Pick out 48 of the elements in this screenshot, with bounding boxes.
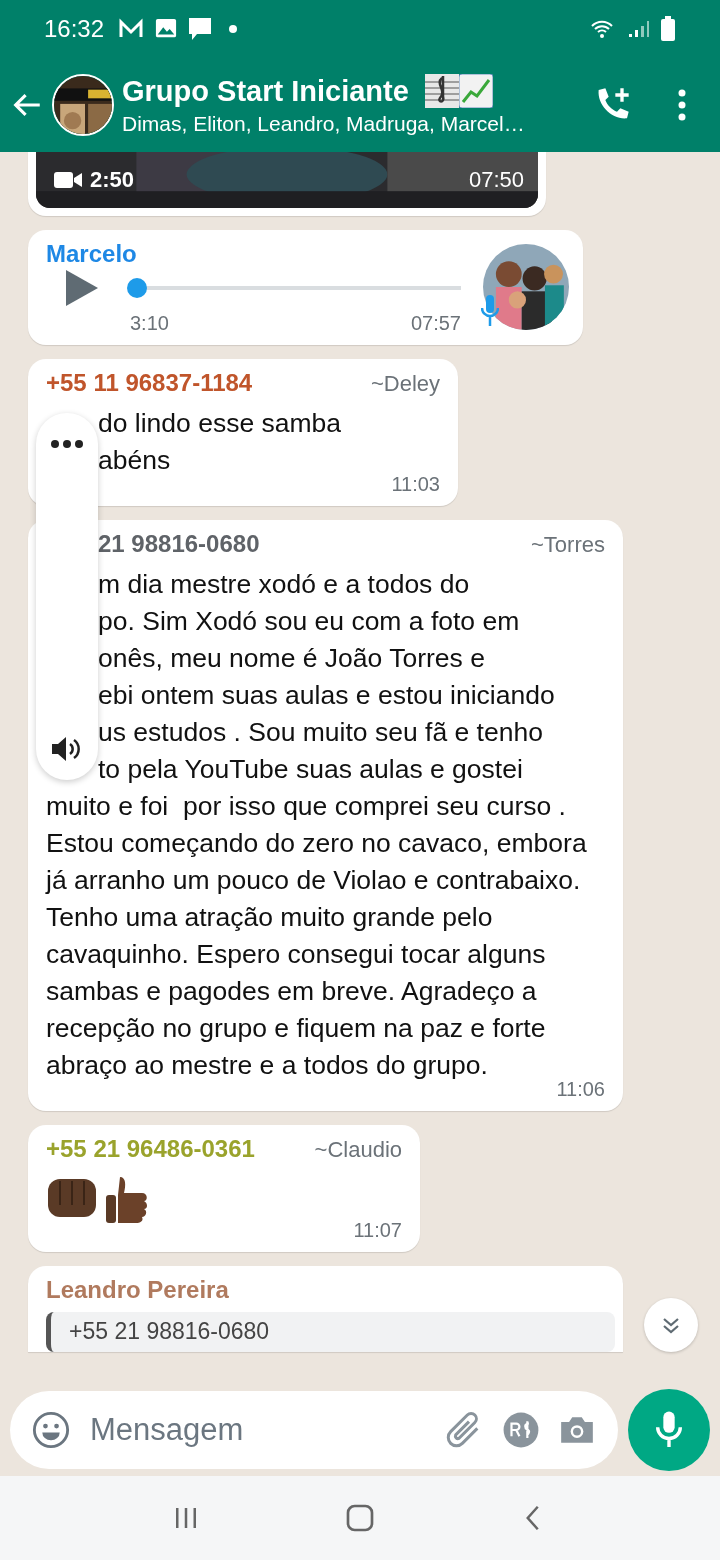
dot-icon <box>228 24 239 34</box>
sender-name: +55 21 96486-0361 <box>46 1135 255 1163</box>
message-text: abéns <box>98 444 171 477</box>
sender-name: Marcelo <box>46 240 138 268</box>
chat-members: Dimas, Eliton, Leandro, Madruga, Marcel… <box>122 112 526 136</box>
message-text: ebi ontem suas aulas e estou iniciando <box>98 679 555 712</box>
chat-icon <box>188 17 213 41</box>
payment-icon[interactable] <box>502 1411 540 1449</box>
message-text: do lindo esse samba <box>98 407 342 440</box>
message-text: to pela YouTube suas aulas e gostei <box>98 753 523 786</box>
quoted-sender: +55 21 98816-0680 <box>69 1318 271 1345</box>
home-icon[interactable] <box>344 1502 376 1534</box>
message-bar[interactable]: Mensagem <box>10 1391 618 1469</box>
chat-title[interactable]: Grupo Start Iniciante <box>122 74 409 108</box>
mail-icon <box>118 18 145 40</box>
sender-alias: ~Deley <box>370 371 440 397</box>
emoji-icon[interactable] <box>32 1411 70 1449</box>
thumbs-up-icon <box>104 1175 150 1225</box>
music-staff-icon <box>424 74 459 108</box>
video-camera-icon <box>54 170 82 190</box>
video-bubble[interactable]: 2:50 07:50 <box>28 152 546 216</box>
video-duration: 2:50 <box>90 167 135 193</box>
message-text: onês, meu nome é João Torres e <box>98 642 485 675</box>
status-time: 16:32 <box>44 15 105 43</box>
play-icon[interactable] <box>64 268 100 308</box>
message-text: us estudos . Sou muito seu fã e tenho <box>98 716 543 749</box>
more-icon[interactable] <box>50 439 84 449</box>
quoted-message[interactable]: +55 21 98816-0680 <box>46 1312 615 1352</box>
sender-name: Leandro Pereira <box>46 1276 230 1304</box>
sender-alias: ~Claudio <box>314 1137 402 1163</box>
image-icon <box>154 18 179 40</box>
message-time: 07:50 <box>468 167 524 193</box>
microphone-icon <box>481 295 499 327</box>
chart-increasing-icon <box>458 74 493 108</box>
scroll-down-button[interactable] <box>644 1298 698 1352</box>
sender-alias: ~Torres <box>531 532 605 558</box>
message-text: m dia mestre xodó e a todos do <box>98 568 470 601</box>
audio-position: 3:10 <box>130 312 169 335</box>
message-time: 11:03 <box>391 473 440 496</box>
message-text: po. Sim Xodó sou eu com a foto em <box>98 605 520 638</box>
more-options-icon[interactable] <box>676 89 688 121</box>
audio-progress-thumb[interactable] <box>126 278 147 298</box>
sender-name: 21 98816-0680 <box>97 530 260 558</box>
message-time: 11:07 <box>353 1219 402 1242</box>
speaker-icon[interactable] <box>50 735 82 763</box>
battery-icon <box>660 16 676 42</box>
sender-name: +55 11 96837-1184 <box>46 369 253 397</box>
message-time: 07:57 <box>410 312 461 335</box>
